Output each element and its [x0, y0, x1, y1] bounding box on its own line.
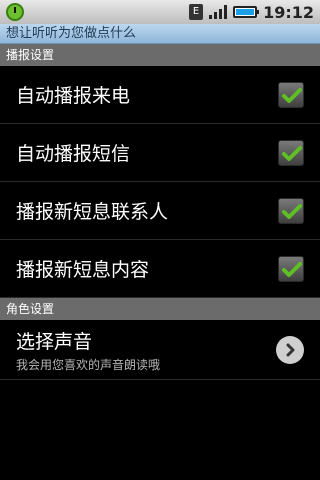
battery-icon [233, 6, 260, 18]
battery-level [236, 9, 255, 15]
status-right: E 19:12 [189, 3, 314, 22]
status-bar: E 19:12 [0, 0, 320, 24]
app-title: 想让听听为您做点什么 [0, 24, 320, 44]
voice-text: 选择声音 我会用您喜欢的声音朗读哦 [16, 327, 160, 373]
status-left [6, 3, 24, 21]
setting-label: 播报新短息联系人 [16, 201, 169, 223]
setting-label: 播报新短息内容 [16, 259, 150, 281]
section-header-broadcast: 播报设置 [0, 44, 320, 66]
setting-row-auto-call[interactable]: 自动播报来电 [0, 66, 320, 124]
setting-row-content[interactable]: 播报新短息内容 [0, 240, 320, 298]
alarm-icon [6, 3, 24, 21]
check-icon[interactable] [278, 197, 304, 224]
voice-select-row[interactable]: 选择声音 我会用您喜欢的声音朗读哦 [0, 320, 320, 380]
chevron-right-icon[interactable] [276, 335, 304, 364]
signal-icon [209, 5, 228, 19]
setting-label: 自动播报来电 [16, 85, 131, 107]
check-icon[interactable] [278, 139, 304, 166]
setting-row-auto-sms[interactable]: 自动播报短信 [0, 124, 320, 182]
check-icon[interactable] [278, 255, 304, 282]
voice-subtitle: 我会用您喜欢的声音朗读哦 [16, 357, 161, 372]
check-icon[interactable] [278, 81, 304, 108]
setting-label: 自动播报短信 [16, 143, 131, 165]
clock: 19:12 [263, 2, 314, 22]
network-e-icon: E [189, 4, 204, 20]
voice-title: 选择声音 [16, 330, 93, 353]
setting-row-contact[interactable]: 播报新短息联系人 [0, 182, 320, 240]
section-header-role: 角色设置 [0, 298, 320, 320]
